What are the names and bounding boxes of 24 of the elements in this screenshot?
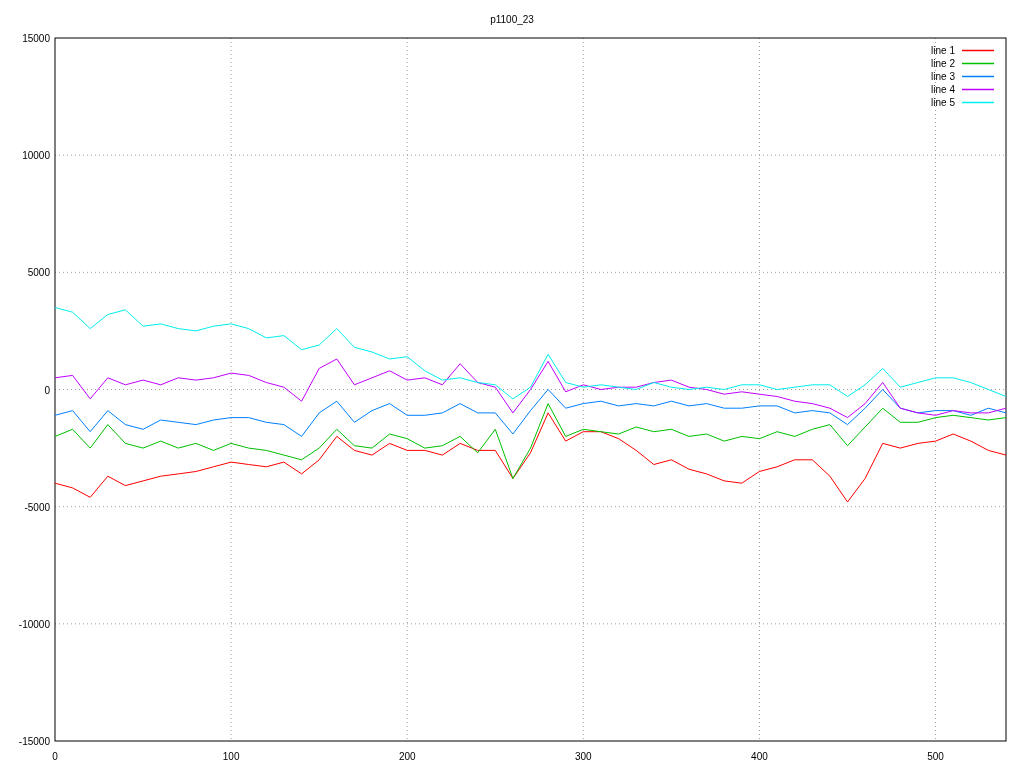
legend-swatch bbox=[961, 101, 995, 104]
x-tick-label: 400 bbox=[751, 751, 768, 762]
y-tick-label: 5000 bbox=[27, 267, 50, 279]
legend-swatch bbox=[961, 75, 995, 78]
y-tick-label: 0 bbox=[44, 384, 50, 396]
legend-label: line 2 bbox=[931, 58, 955, 69]
x-tick-label: 300 bbox=[575, 751, 592, 762]
legend-label: line 5 bbox=[931, 97, 955, 108]
y-tick-label: -10000 bbox=[18, 618, 50, 630]
y-tick-label: 10000 bbox=[22, 150, 50, 162]
x-tick-label: 200 bbox=[398, 751, 416, 762]
x-tick-label: 100 bbox=[222, 751, 240, 762]
y-tick-label: -15000 bbox=[18, 736, 50, 747]
y-tick-label: -5000 bbox=[24, 501, 50, 513]
chart-title: p1100_23 bbox=[490, 14, 534, 25]
legend-label: line 1 bbox=[931, 45, 955, 56]
legend-swatch bbox=[961, 62, 995, 65]
legend-label: line 3 bbox=[931, 71, 955, 82]
x-tick-label: 500 bbox=[927, 751, 944, 762]
legend-swatch bbox=[961, 49, 995, 52]
legend-swatch bbox=[961, 88, 995, 91]
y-tick-label: 15000 bbox=[22, 33, 50, 44]
x-tick-label: 0 bbox=[52, 751, 58, 762]
legend-label: line 4 bbox=[931, 84, 955, 95]
